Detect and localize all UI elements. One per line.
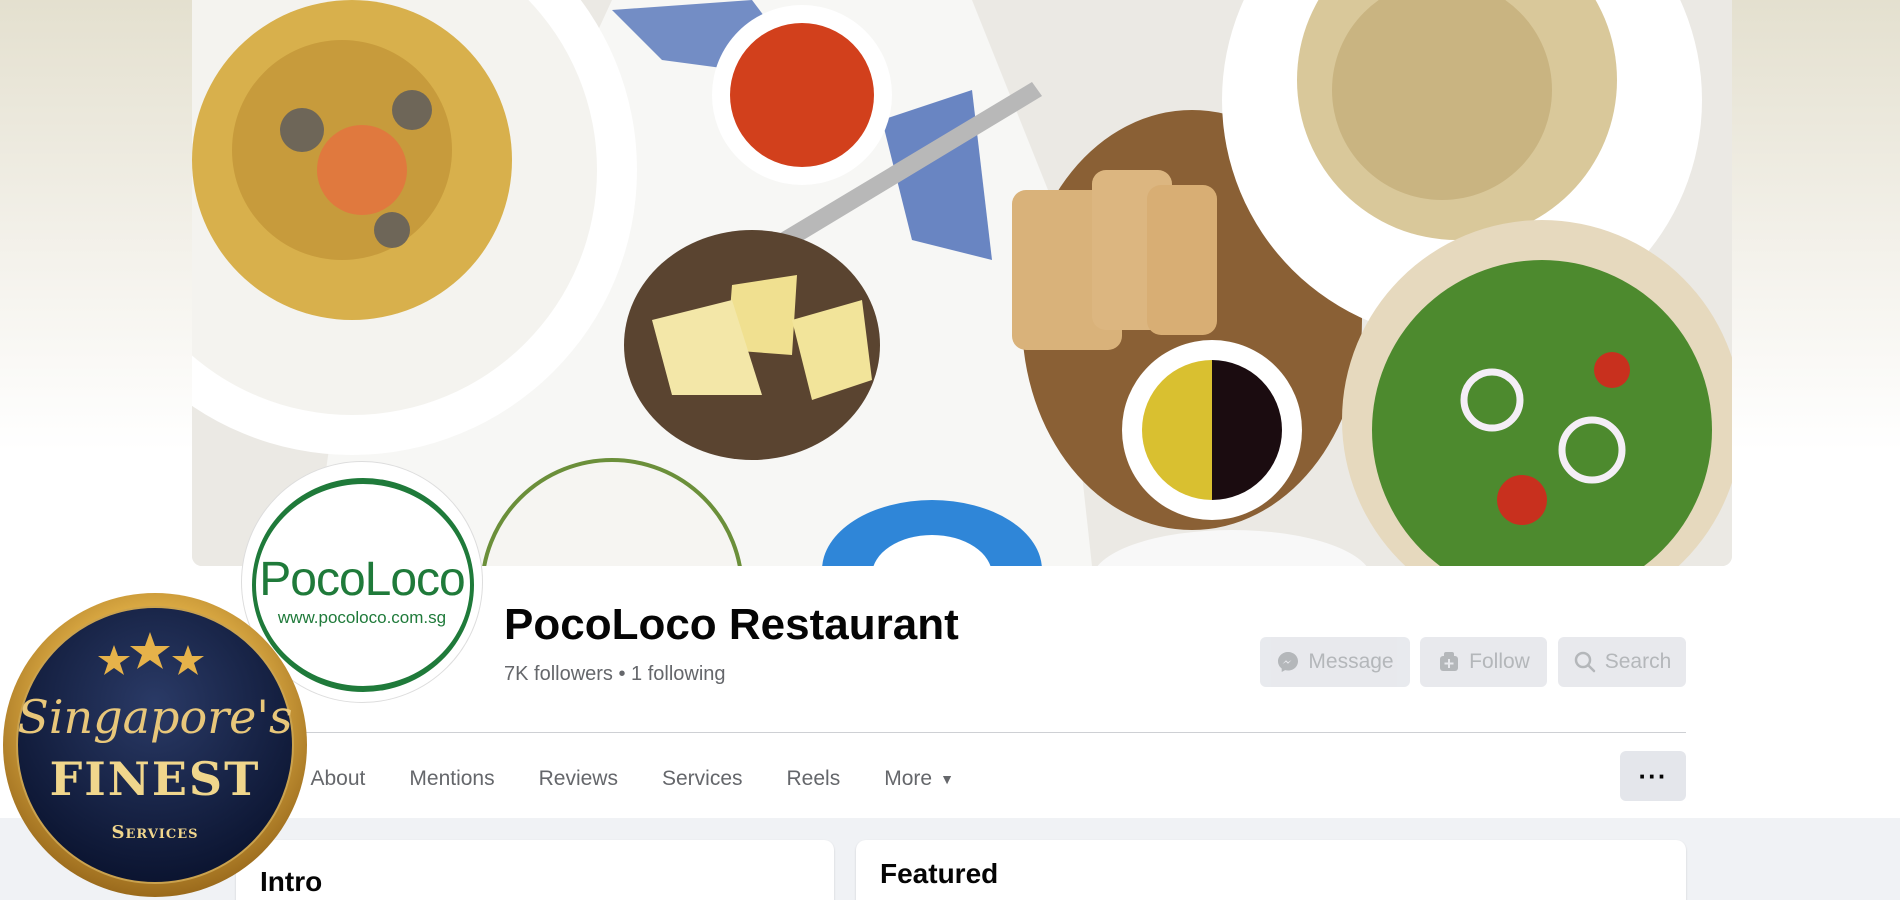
tab-reels-label: Reels xyxy=(786,767,841,790)
search-button[interactable]: Search xyxy=(1558,637,1686,687)
message-button-label: Message xyxy=(1308,650,1394,673)
search-icon xyxy=(1574,651,1595,673)
follow-button[interactable]: Follow xyxy=(1420,637,1547,687)
message-button[interactable]: Message xyxy=(1260,637,1410,687)
tab-reviews[interactable]: Reviews xyxy=(517,742,640,816)
tab-services[interactable]: Services xyxy=(640,742,765,816)
tab-about-label: About xyxy=(310,767,366,790)
header-divider xyxy=(236,732,1686,733)
intro-card: Intro xyxy=(236,840,834,900)
badge-line2: FINEST xyxy=(49,752,261,806)
page-title: PocoLoco Restaurant xyxy=(504,600,959,649)
tab-more[interactable]: More ▼ xyxy=(862,742,976,816)
tab-reviews-label: Reviews xyxy=(538,767,618,790)
more-options-button[interactable]: ··· xyxy=(1620,751,1686,801)
follower-stats[interactable]: 7K followers • 1 following xyxy=(504,663,726,686)
tab-more-label: More xyxy=(884,767,933,790)
tab-services-label: Services xyxy=(661,767,743,790)
tab-mentions-label: Mentions xyxy=(409,767,495,790)
badge-emblem xyxy=(3,593,307,897)
singapores-finest-badge xyxy=(0,590,310,900)
follow-icon xyxy=(1440,652,1459,671)
tab-mentions[interactable]: Mentions xyxy=(387,742,516,816)
tab-reels[interactable]: Reels xyxy=(765,742,863,816)
featured-title: Featured xyxy=(880,858,999,889)
messenger-icon xyxy=(1278,652,1299,672)
profile-tabs: s About Mentions Reviews Services Reels … xyxy=(236,742,976,816)
follow-button-label: Follow xyxy=(1469,650,1530,673)
featured-card: Featured xyxy=(856,840,1686,900)
badge-line1: Singapore's xyxy=(17,690,293,744)
search-button-label: Search xyxy=(1604,650,1672,673)
badge-line3: Services xyxy=(111,822,199,843)
caret-down-icon: ▼ xyxy=(940,771,954,787)
